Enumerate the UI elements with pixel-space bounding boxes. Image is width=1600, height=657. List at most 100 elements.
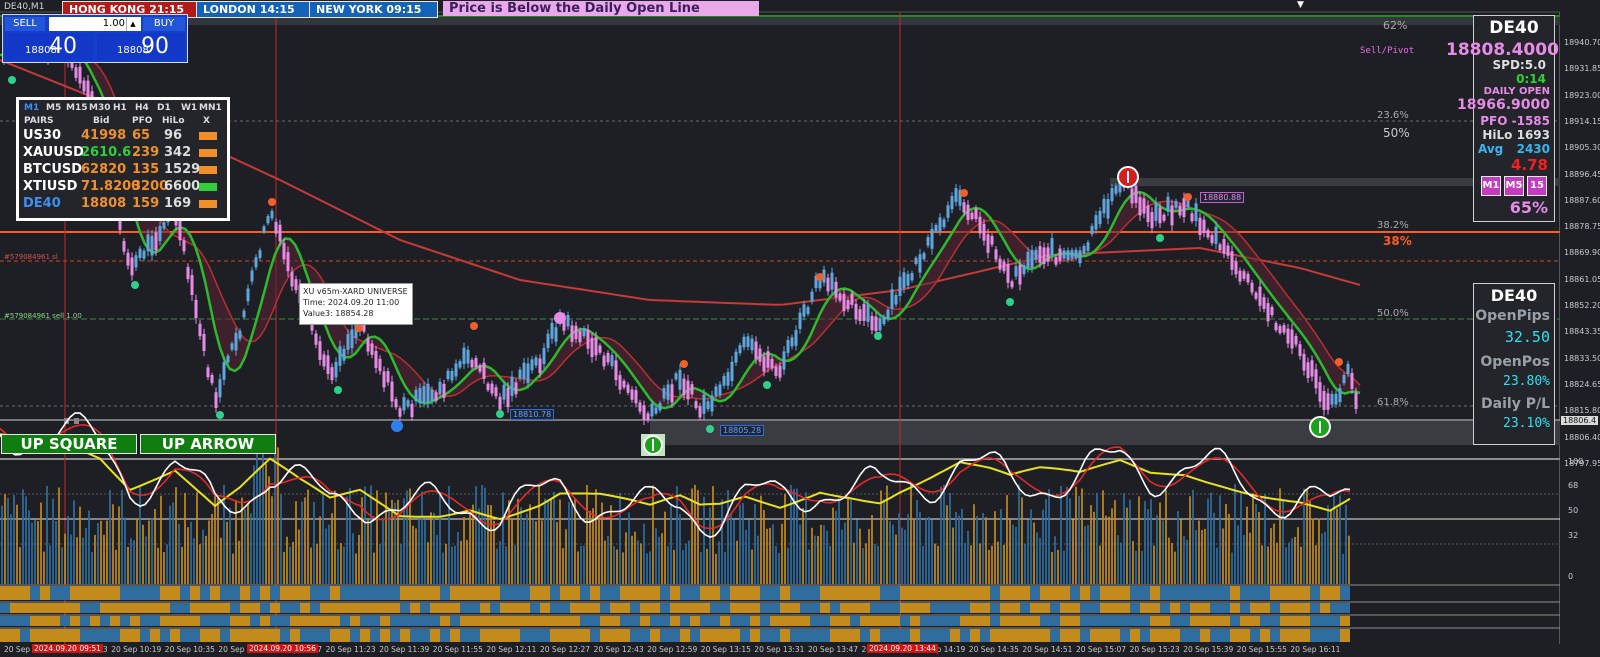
candle-body (854, 303, 858, 320)
scroll-marker-icon[interactable]: ▼ (1297, 0, 1304, 10)
clock-london: LONDON 14:15 (196, 1, 314, 18)
trend-strip-cell (970, 586, 980, 600)
volume-bar (1018, 484, 1020, 584)
sell-order-line-label[interactable]: #579084961 sell 1.00 (4, 312, 82, 320)
volume-bar (475, 486, 477, 584)
price-axis[interactable]: 18940.70 18931.85 18923.00 18914.15 18905.30… (1560, 12, 1600, 657)
trend-strip-cell (860, 629, 870, 642)
trend-strip-cell (720, 616, 730, 626)
demand-zone (650, 421, 1560, 445)
trend-strip-cell (780, 603, 790, 613)
candle-body (238, 330, 242, 339)
candle-body (1242, 271, 1246, 279)
trend-strip-cell (100, 586, 110, 600)
volume-bar (907, 514, 909, 584)
candle-body (1054, 257, 1058, 265)
volume-bar (190, 521, 192, 584)
trend-strip-cell (790, 603, 800, 613)
volume-bar (559, 499, 561, 584)
trend-strip-cell (430, 616, 440, 626)
volume-bar (595, 489, 597, 584)
sell-price-button[interactable]: 18808 40 (5, 33, 93, 60)
trend-strip-cell (510, 629, 520, 642)
trend-strip-cell (20, 616, 30, 626)
buy-button[interactable]: BUY (143, 17, 185, 31)
tf-label-h1[interactable]: H1 (113, 103, 127, 113)
volume-bar (694, 484, 696, 584)
trend-strip-cell (770, 586, 780, 600)
volume-bar (514, 544, 516, 584)
volume-bar (289, 546, 291, 584)
tf-label-m5[interactable]: M5 (46, 103, 61, 113)
trend-strip-cell (1130, 629, 1140, 642)
time-axis[interactable]: 20 Sep 202420 Sep 10:0320 Sep 10:1920 Se… (0, 644, 1560, 657)
tf-label-mn1[interactable]: MN1 (199, 103, 222, 113)
candle-body (446, 370, 450, 379)
volume-bar (160, 495, 162, 584)
trend-strip-cell (1090, 603, 1100, 613)
lot-spinner-icon[interactable]: ▲ (126, 17, 139, 31)
tf-label-m30[interactable]: M30 (89, 103, 110, 113)
lot-size-input[interactable]: 1.00 ▲ (49, 17, 141, 31)
candle-body (690, 384, 694, 395)
trend-strip-cell (1140, 586, 1150, 600)
volume-bar (445, 543, 447, 584)
time-axis-label: 20 Sep 12:27 (540, 645, 591, 654)
candle-body (1338, 388, 1342, 403)
trend-strip-cell (1140, 629, 1150, 642)
volume-bar (1024, 543, 1026, 584)
buy-price-button[interactable]: 18808 90 (97, 33, 185, 60)
trend-strip-cell (480, 586, 490, 600)
sell-button[interactable]: SELL (5, 17, 45, 31)
volume-bar (535, 521, 537, 584)
tf-label-d1[interactable]: D1 (157, 103, 171, 113)
trend-strip-cell (420, 629, 430, 642)
trend-strip-cell (250, 616, 260, 626)
trend-strip-cell (240, 586, 250, 600)
candle-body (1002, 261, 1006, 272)
trend-strip-cell (1250, 603, 1260, 613)
candle-body (346, 334, 350, 350)
tf-label-h4[interactable]: H4 (135, 103, 149, 113)
volume-bar (1183, 535, 1185, 584)
trend-strip-cell (1200, 603, 1210, 613)
candle-body (486, 383, 490, 391)
volume-bar (19, 547, 21, 584)
candle-body (1326, 393, 1330, 410)
candle-body (926, 237, 930, 246)
volume-bar (985, 517, 987, 584)
candle-body (526, 363, 530, 383)
symbol-info-panel: DE40 18808.4000 SPD:5.0 0:14 DAILY OPEN … (1446, 15, 1559, 222)
trend-strip-cell (290, 586, 300, 600)
volume-bar (922, 545, 924, 584)
volume-bar (79, 506, 81, 584)
volume-bar (376, 490, 378, 584)
candle-body (1154, 202, 1158, 221)
tf-button-m5[interactable]: M5 (1504, 176, 1524, 196)
current-price-marker: 18806.4 (1561, 416, 1599, 425)
candle-body (826, 277, 830, 292)
tf-button-m1[interactable]: M1 (1481, 176, 1501, 196)
candle-body (462, 347, 466, 365)
pair-bid: 2610.6 (81, 145, 132, 160)
tf-button-m15[interactable]: 15 (1527, 176, 1547, 196)
stop-loss-line-label[interactable]: #579084961 sl (4, 253, 58, 261)
trend-strip-cell (640, 616, 650, 626)
tf-label-m15[interactable]: M15 (66, 103, 87, 113)
volume-bar (481, 485, 483, 584)
volume-bar (91, 552, 93, 584)
volume-bar (724, 551, 726, 584)
trend-strip-cell (790, 616, 800, 626)
trend-strip-cell (920, 603, 930, 613)
trend-strip-cell (870, 586, 880, 600)
trend-strip-cell (600, 616, 610, 626)
tf-label-w1[interactable]: W1 (181, 103, 197, 113)
price-chart-canvas[interactable] (0, 0, 1600, 657)
candle-body (418, 388, 422, 404)
trend-strip-cell (1340, 586, 1350, 600)
trend-strip-cell (1340, 629, 1350, 642)
trend-strip-cell (830, 586, 840, 600)
tf-label-m1[interactable]: M1 (24, 103, 39, 113)
candle-body (934, 225, 938, 232)
up-arrow-label: UP ARROW (140, 434, 276, 454)
